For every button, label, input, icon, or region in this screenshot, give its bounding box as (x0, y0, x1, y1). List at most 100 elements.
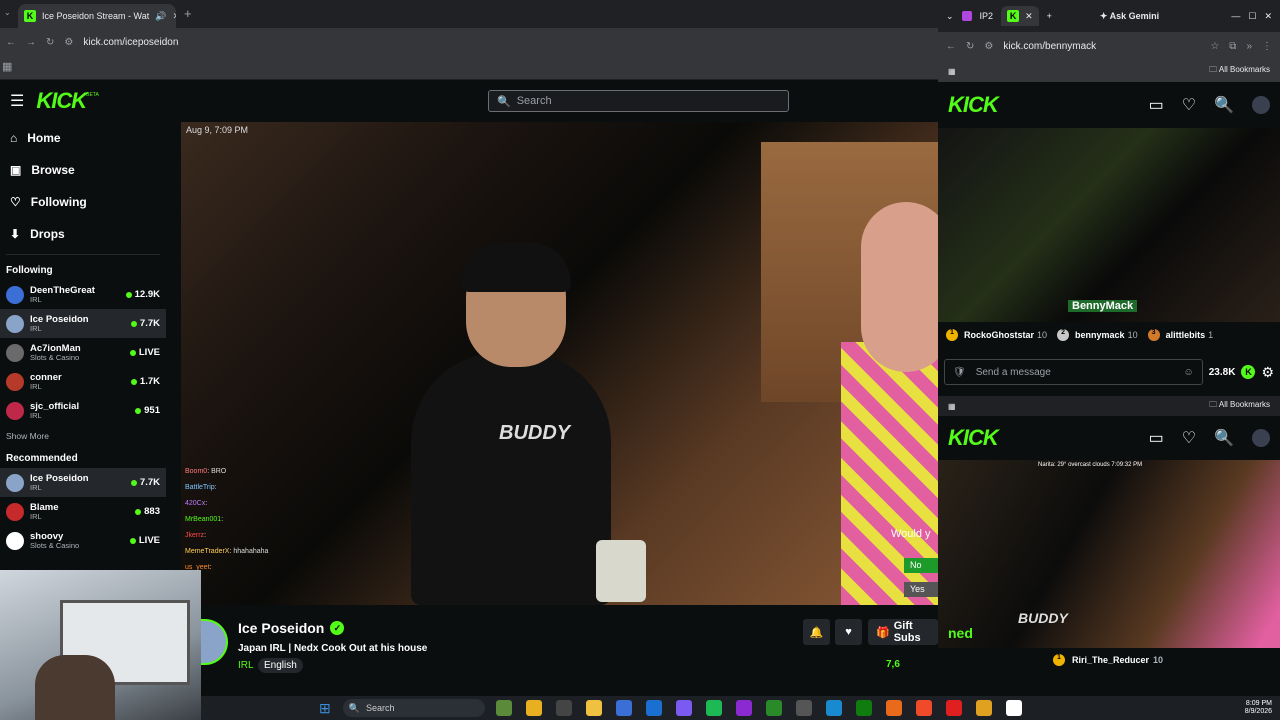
search-bar[interactable]: 🔍 Search (488, 90, 789, 112)
emoji-icon[interactable]: ☺ (1184, 367, 1194, 378)
record-icon[interactable] (945, 700, 962, 716)
back-icon[interactable]: ← (6, 37, 16, 48)
video-player[interactable]: BUDDY Aug 9, 7:09 PM Boom0: BRO BattleTri… (181, 122, 938, 605)
clips-icon[interactable]: ▭ (1149, 428, 1164, 448)
channel-meta: Ice Poseidon IRL (30, 315, 125, 333)
gifter-entry[interactable]: 2 bennymack 10 (1057, 329, 1138, 341)
poll-no-option[interactable]: No (904, 558, 938, 573)
chrome-icon[interactable] (975, 700, 992, 716)
chat-input[interactable]: 🛡 Send a message ☺ (944, 359, 1203, 385)
url-field[interactable]: kick.com/bennymack (1003, 41, 1096, 52)
outlook-icon[interactable] (645, 700, 662, 716)
gifter-entry[interactable]: 1 RockoGhoststar 10 (946, 329, 1047, 341)
category-link[interactable]: IRL (238, 660, 254, 671)
reload-icon[interactable]: ↻ (966, 41, 974, 52)
channel-item[interactable]: Ac7ionMan Slots & Casino LIVE (0, 338, 166, 367)
search-input[interactable]: Search (517, 95, 552, 107)
kick-logo[interactable]: KICK (36, 88, 87, 114)
channel-item[interactable]: sjc_official IRL 951 (0, 396, 166, 425)
nav-drops[interactable]: ⬇ Drops (0, 218, 166, 250)
windows-start-icon[interactable]: ⊞ (319, 700, 331, 717)
channel-item[interactable]: Ice Poseidon IRL 7.7K (0, 309, 166, 338)
forward-icon[interactable]: → (26, 37, 36, 48)
tab-list-icon[interactable]: ⌄ (946, 11, 954, 22)
site-info-icon[interactable]: ⚙ (984, 41, 993, 52)
hamburger-menu-icon[interactable]: ☰ (10, 91, 24, 111)
clips-icon[interactable]: ▭ (1149, 95, 1164, 115)
minimize-icon[interactable]: — (1231, 11, 1240, 21)
show-more-link[interactable]: Show More (0, 425, 166, 447)
reload-icon[interactable]: ↻ (46, 37, 54, 48)
maximize-icon[interactable]: ☐ (1248, 11, 1256, 22)
tab-kick-bennymack[interactable]: K ✕ (1001, 6, 1039, 26)
chevron-right-icon[interactable]: » (1246, 41, 1252, 52)
channel-item[interactable]: Ice Poseidon IRL 7.7K (0, 468, 166, 497)
brave-icon[interactable] (915, 700, 932, 716)
channel-item[interactable]: Blame IRL 883 (0, 497, 166, 526)
bennymack-video[interactable]: BennyMack (938, 128, 1280, 322)
tab-ice-poseidon[interactable]: K Ice Poseidon Stream - Wat 🔊 ✕ (18, 4, 176, 28)
close-window-icon[interactable]: ✕ (1264, 11, 1272, 22)
streamer-name[interactable]: Ice Poseidon (238, 620, 324, 636)
tab-close-icon[interactable]: ✕ (172, 11, 176, 22)
all-bookmarks[interactable]: 🗀 All Bookmarks (1209, 64, 1270, 78)
purple-app-icon[interactable] (735, 700, 752, 716)
obs-icon[interactable] (1005, 700, 1022, 716)
streamer-avatar[interactable] (200, 619, 228, 665)
kick-coin-icon[interactable]: K (1241, 365, 1256, 379)
search-icon[interactable]: 🔍 (1214, 95, 1234, 115)
bookmark-star-icon[interactable]: ☆ (1210, 41, 1219, 52)
tab-close-icon[interactable]: ✕ (1025, 11, 1033, 22)
kick-logo[interactable]: KICK (948, 92, 999, 118)
tab-list-icon[interactable]: ⌄ (4, 8, 12, 17)
avatar[interactable] (1252, 429, 1270, 447)
extensions-icon[interactable]: ⧉ (1229, 41, 1236, 52)
poll-yes-option[interactable]: Yes (904, 582, 938, 597)
apps-grid-icon[interactable]: ▦ (2, 61, 12, 73)
nav-following[interactable]: ♡ Following (0, 186, 166, 218)
menu-dots-icon[interactable]: ⋮ (1262, 41, 1272, 52)
kick-logo[interactable]: KICK (948, 425, 999, 451)
channel-item[interactable]: shoovy Slots & Casino LIVE (0, 526, 166, 555)
firefox-icon[interactable] (885, 700, 902, 716)
explorer-folder-icon[interactable] (585, 700, 602, 716)
follow-heart-icon[interactable]: ♥ (835, 619, 862, 645)
taskbar-search[interactable]: 🔍 Search (342, 699, 485, 717)
ask-gemini-button[interactable]: ✦ Ask Gemini (1100, 11, 1159, 22)
calendar-icon[interactable] (675, 700, 692, 716)
new-tab-icon[interactable]: + (1047, 11, 1052, 21)
apps-grid-icon[interactable]: ▦ (948, 67, 956, 76)
speaker-icon[interactable]: 🔊 (155, 11, 166, 22)
settings-gear-icon[interactable]: ⚙ (1261, 364, 1274, 381)
language-tag[interactable]: English (258, 658, 303, 673)
widgets-icon[interactable] (495, 700, 512, 716)
search-icon[interactable]: 🔍 (1214, 428, 1234, 448)
gifter-entry[interactable]: 3 alittlebits 1 (1147, 329, 1213, 341)
gift-subs-button[interactable]: 🎁 Gift Subs (868, 619, 938, 645)
avatar[interactable] (1252, 96, 1270, 114)
site-info-icon[interactable]: ⚙ (64, 37, 73, 48)
notification-bell-icon[interactable]: 🔔 (803, 619, 830, 645)
xbox-gamebar-icon[interactable] (855, 700, 872, 716)
new-tab-icon[interactable]: + (184, 6, 192, 21)
apps-grid-icon[interactable]: ▦ (948, 402, 956, 411)
nav-home[interactable]: ⌂ Home (0, 122, 166, 154)
nav-browse[interactable]: ▣ Browse (0, 154, 166, 186)
url-field[interactable]: kick.com/iceposeidon (83, 37, 178, 48)
spotify-icon[interactable] (705, 700, 722, 716)
all-bookmarks-2[interactable]: 🗀 All Bookmarks (1209, 399, 1270, 413)
task-view-icon[interactable] (555, 700, 572, 716)
app-icon[interactable] (795, 700, 812, 716)
file-explorer-icon[interactable] (525, 700, 542, 716)
heart-icon[interactable]: ♡ (1182, 95, 1196, 115)
heart-icon[interactable]: ♡ (1182, 428, 1196, 448)
channel-item[interactable]: conner IRL 1.7K (0, 367, 166, 396)
xbox-icon[interactable] (765, 700, 782, 716)
channel-item[interactable]: DeenTheGreat IRL 12.9K (0, 280, 166, 309)
clock[interactable]: 8:09 PM 8/9/2026 (1245, 700, 1272, 716)
store-icon[interactable] (615, 700, 632, 716)
tab-ip2[interactable]: IP2 (980, 11, 994, 21)
back-icon[interactable]: ← (946, 41, 956, 52)
edge-icon[interactable] (825, 700, 842, 716)
mini-video[interactable]: Narita: 29° overcast clouds 7:09:32 PM B… (938, 460, 1280, 648)
